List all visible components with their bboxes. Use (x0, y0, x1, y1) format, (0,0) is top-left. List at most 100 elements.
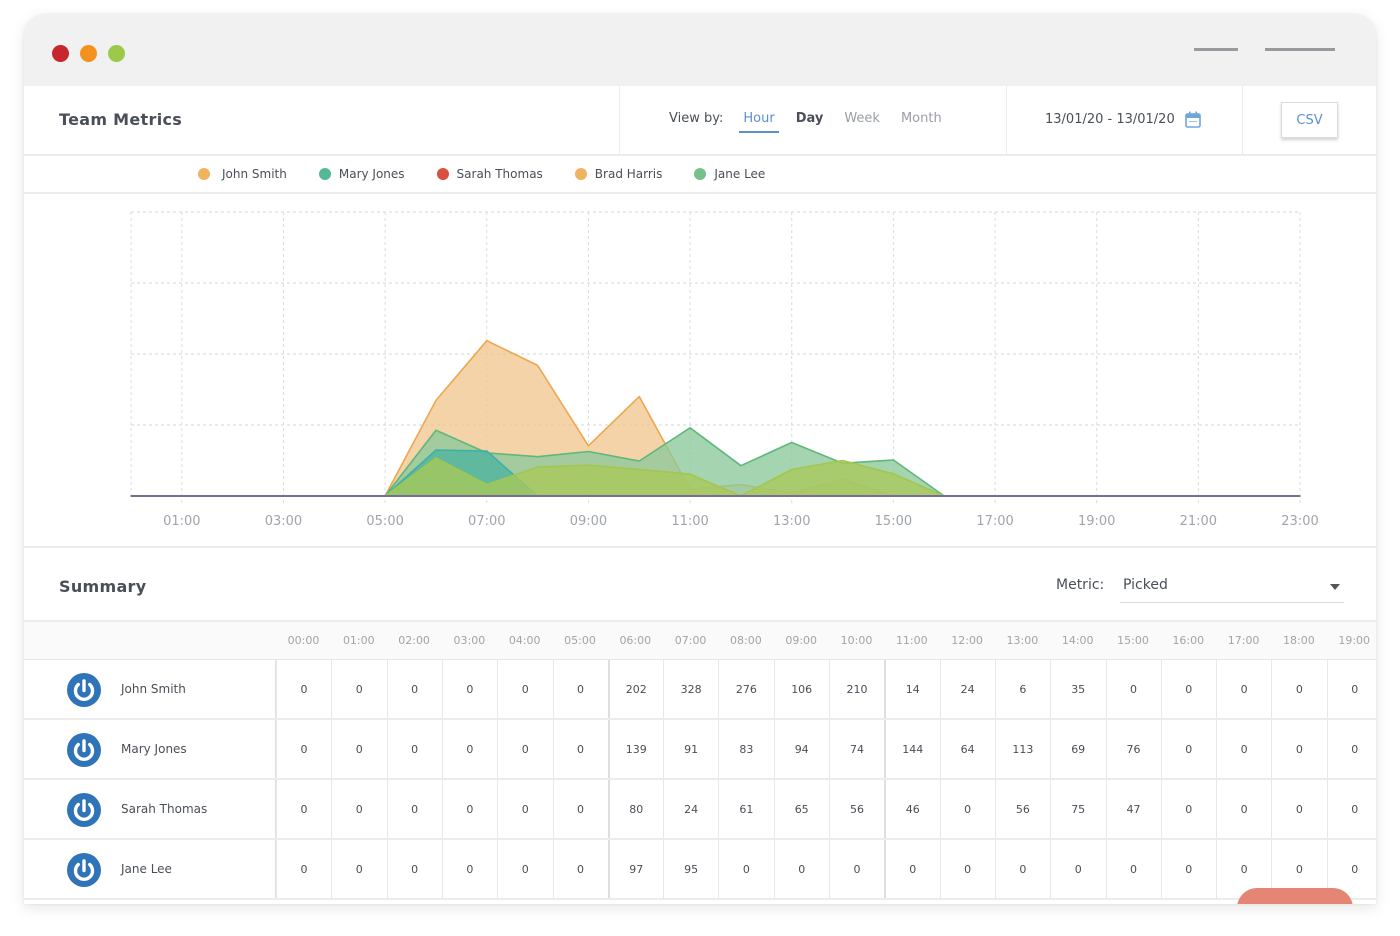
titlebar-placeholder-line (1194, 48, 1238, 51)
column-header[interactable]: 00:00 (276, 634, 331, 647)
x-tick-label: 17:00 (976, 514, 1013, 529)
table-cell: 0 (939, 780, 995, 838)
calendar-icon[interactable] (1184, 111, 1201, 128)
table-cell: 202 (607, 660, 663, 718)
date-range-picker[interactable]: 13/01/20 - 13/01/20 (1045, 111, 1201, 128)
table-cell: 91 (663, 720, 718, 778)
table-cell: 64 (939, 720, 995, 778)
table-cell: 0 (552, 660, 608, 718)
legend-item[interactable]: John Smith (198, 167, 287, 181)
legend-swatch-icon (694, 168, 707, 180)
legend-swatch-icon (436, 168, 449, 180)
table-cell: 0 (1160, 720, 1216, 778)
table-cell: 0 (773, 840, 829, 898)
legend-item[interactable]: Brad Harris (574, 167, 662, 181)
minimize-window-button[interactable] (80, 45, 97, 62)
legend-label: Mary Jones (338, 167, 405, 181)
column-header[interactable]: 04:00 (497, 634, 552, 647)
table-row[interactable]: Sarah Thomas 0 0 0 0 0 0 80 24 61 65 56 46 0 56 75 47 0 0 0… (24, 780, 1376, 840)
table-header: 00:00 01:00 02:00 03:00 04:00 05:00 06:00 07:00… (24, 620, 1376, 660)
legend-label: Sarah Thomas (456, 167, 543, 181)
column-header[interactable]: 10:00 (829, 634, 884, 647)
metric-dropdown[interactable]: Picked (1120, 572, 1344, 603)
metrics-header: Team Metrics View by: Hour Day Week Mont… (24, 86, 1376, 156)
table-cell: 35 (1050, 660, 1105, 718)
table-cell: 0 (994, 840, 1050, 898)
view-option-month[interactable]: Month (901, 111, 942, 126)
table-row[interactable]: Jane Lee 0 0 0 0 0 0 97 95 0 0 0 0 0 0 0 0 0 0 0 0 (24, 840, 1376, 900)
table-cell: 14 (884, 660, 939, 718)
table-cell: 0 (884, 840, 939, 898)
table-cell: 0 (276, 720, 331, 778)
table-cell: 0 (331, 660, 386, 718)
x-tick-label: 07:00 (468, 514, 505, 529)
column-header[interactable]: 13:00 (995, 634, 1050, 647)
table-row[interactable]: Mary Jones 0 0 0 0 0 0 139 91 83 94 74 144 64 113 69 76 0… (24, 720, 1376, 780)
column-header[interactable]: 03:00 (442, 634, 497, 647)
page-title: Team Metrics (59, 110, 183, 129)
column-header[interactable]: 17:00 (1216, 634, 1271, 647)
maximize-window-button[interactable] (108, 45, 125, 62)
table-cell: 328 (663, 660, 718, 718)
table-cell: 0 (1050, 840, 1105, 898)
x-tick-label: 09:00 (570, 514, 607, 529)
column-header[interactable]: 12:00 (940, 634, 995, 647)
x-tick-label: 23:00 (1281, 514, 1318, 529)
table-cell: 0 (497, 780, 552, 838)
table-cell: 0 (1105, 660, 1161, 718)
column-header[interactable]: 18:00 (1271, 634, 1326, 647)
row-name: John Smith (121, 682, 186, 696)
x-tick-label: 03:00 (265, 514, 302, 529)
legend-item[interactable]: Jane Lee (694, 167, 765, 181)
view-by-selector: View by: Hour Day Week Month (669, 111, 963, 133)
legend-label: Jane Lee (714, 167, 766, 181)
legend-item[interactable]: Sarah Thomas (436, 167, 543, 181)
column-header[interactable]: 05:00 (553, 634, 608, 647)
table-cell: 97 (607, 840, 663, 898)
table-cell: 0 (1105, 840, 1161, 898)
csv-export-button[interactable]: CSV (1281, 102, 1338, 138)
table-cell: 0 (1326, 720, 1376, 778)
legend-swatch-icon (318, 168, 331, 180)
view-option-hour[interactable]: Hour (739, 111, 780, 133)
x-tick-label: 15:00 (875, 514, 912, 529)
table-cell: 0 (1326, 660, 1376, 718)
power-icon (66, 732, 102, 768)
column-header[interactable]: 19:00 (1327, 634, 1376, 647)
table-cell: 0 (1160, 780, 1216, 838)
x-tick-label: 19:00 (1078, 514, 1115, 529)
table-row[interactable]: John Smith 0 0 0 0 0 0 202 328 276 106 210 14 24 6 35 0 0… (24, 660, 1376, 720)
column-header[interactable]: 09:00 (774, 634, 829, 647)
column-header[interactable]: 08:00 (718, 634, 773, 647)
table-cell: 0 (331, 840, 386, 898)
app-window: Team Metrics View by: Hour Day Week Mont… (24, 14, 1376, 904)
table-cell: 0 (497, 720, 552, 778)
column-header[interactable]: 16:00 (1161, 634, 1216, 647)
table-cell: 113 (994, 720, 1050, 778)
metric-label: Metric: (1056, 577, 1105, 593)
table-cell: 56 (829, 780, 884, 838)
column-header[interactable]: 01:00 (331, 634, 386, 647)
column-header[interactable]: 14:00 (1050, 634, 1105, 647)
column-header[interactable]: 02:00 (387, 634, 442, 647)
row-name: Jane Lee (121, 862, 172, 876)
column-header[interactable]: 11:00 (884, 634, 939, 647)
table-cell: 95 (663, 840, 718, 898)
summary-title: Summary (59, 577, 147, 596)
column-header[interactable]: 06:00 (608, 634, 663, 647)
legend-items: John Smith Mary Jones Sarah Thomas Brad Har… (198, 167, 797, 181)
close-window-button[interactable] (52, 45, 69, 62)
x-tick-label: 05:00 (366, 514, 403, 529)
table-cell: 0 (1160, 660, 1216, 718)
view-option-week[interactable]: Week (844, 111, 880, 126)
view-option-day[interactable]: Day (796, 111, 824, 126)
table-cell: 0 (276, 660, 331, 718)
column-header[interactable]: 15:00 (1106, 634, 1161, 647)
legend-item[interactable]: Mary Jones (318, 167, 405, 181)
table-cell: 0 (386, 840, 442, 898)
table-cell: 0 (1271, 720, 1326, 778)
floating-action-button[interactable] (1237, 888, 1353, 904)
table-cell: 0 (497, 660, 552, 718)
column-header[interactable]: 07:00 (663, 634, 718, 647)
date-range-text: 13/01/20 - 13/01/20 (1045, 111, 1175, 127)
